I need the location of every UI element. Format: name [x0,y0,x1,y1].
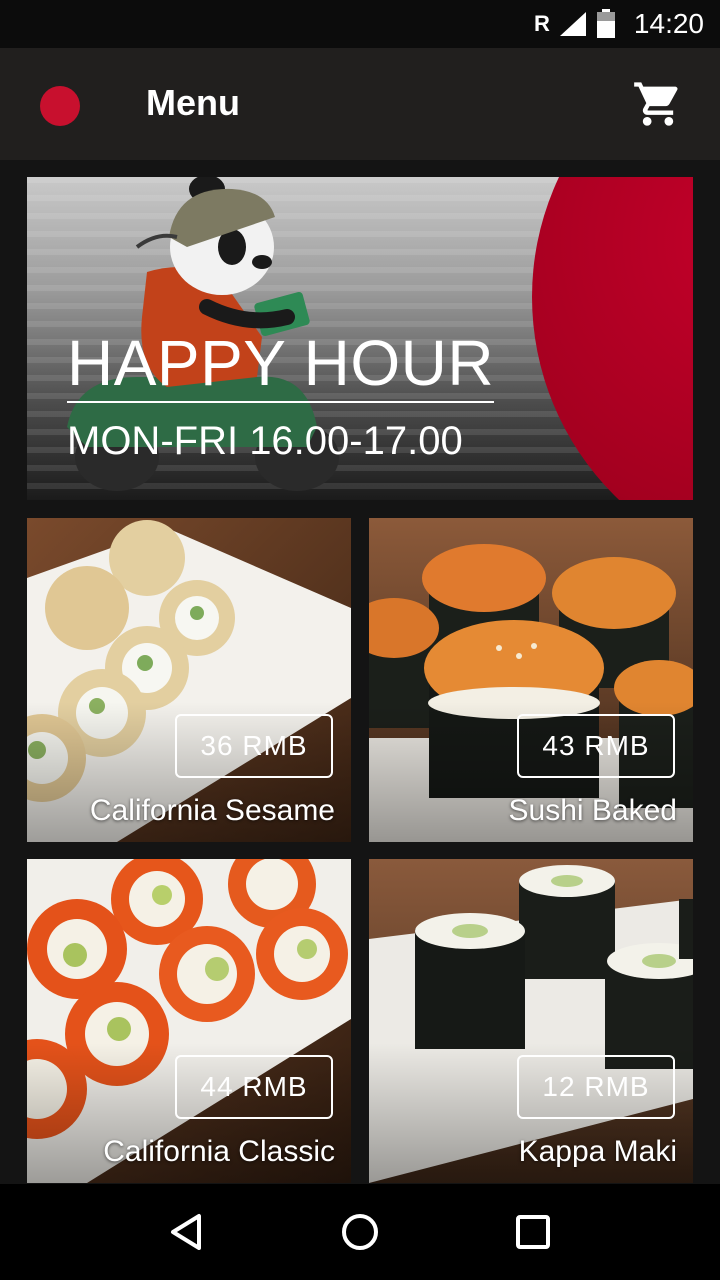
banner-title: HAPPY HOUR [67,331,495,403]
item-name: Kappa Maki [518,1135,677,1168]
menu-item-california-classic[interactable]: 44 RMB California Classic [27,859,351,1183]
cart-button[interactable] [632,78,684,130]
status-bar: R 14:20 [0,0,720,48]
item-name: California Sesame [89,794,335,827]
back-triangle-icon [170,1214,201,1250]
shopping-cart-icon [634,82,678,126]
item-name: Sushi Baked [508,794,677,827]
recents-square-icon [516,1215,551,1249]
happy-hour-banner[interactable]: HAPPY HOUR MON-FRI 16.00-17.00 [27,177,693,500]
banner-subtitle: MON-FRI 16.00-17.00 [67,419,463,463]
price-tag: 12 RMB [517,1055,675,1119]
signal-icon [559,12,586,36]
clock: 14:20 [633,8,704,39]
brand-logo-dot[interactable] [40,86,80,126]
menu-item-sushi-baked[interactable]: 43 RMB Sushi Baked [369,518,693,842]
battery-icon [596,9,615,38]
network-type-label: R [534,11,550,36]
home-circle-icon [341,1214,378,1250]
home-button[interactable] [328,1200,392,1264]
back-button[interactable] [155,1200,219,1264]
price-tag: 44 RMB [175,1055,333,1119]
price-tag: 36 RMB [175,714,333,778]
menu-item-kappa-maki[interactable]: 12 RMB Kappa Maki [369,859,693,1183]
menu-item-california-sesame[interactable]: 36 RMB California Sesame [27,518,351,842]
system-nav-bar [0,1184,720,1280]
price-tag: 43 RMB [517,714,675,778]
item-name: California Classic [103,1135,335,1168]
page-title: Menu [146,82,240,123]
recents-button[interactable] [501,1200,565,1264]
app-bar: Menu [0,48,720,160]
